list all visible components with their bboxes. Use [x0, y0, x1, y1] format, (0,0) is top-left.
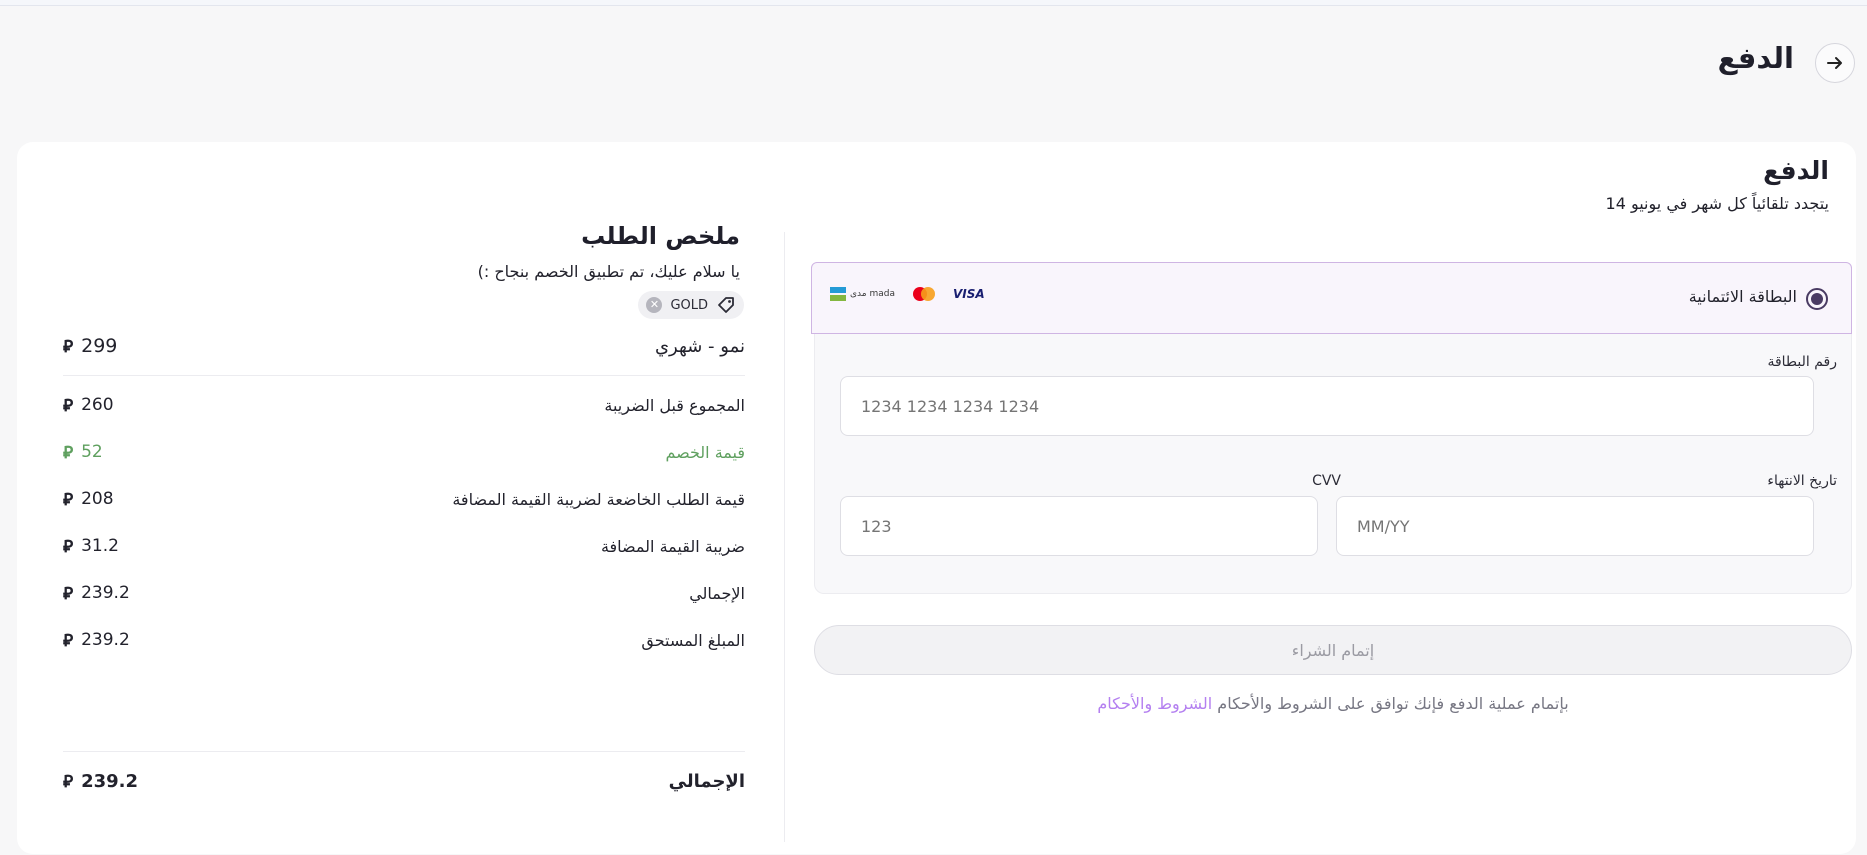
summary-row: ⃁ 208 قيمة الطلب الخاضعة لضريبة القيمة ال… [63, 484, 745, 514]
summary-row: ⃁ 31.2 ضريبة القيمة المضافة [63, 531, 745, 561]
tag-icon [718, 297, 734, 313]
card-number-input[interactable] [840, 376, 1814, 436]
row-label: قيمة الطلب الخاضعة لضريبة القيمة المضافة [452, 489, 745, 509]
plan-label: نمو - شهري [654, 335, 745, 357]
summary-divider [63, 751, 745, 752]
card-details-form: رقم البطاقة تاريخ الانتهاء CVV [814, 334, 1852, 594]
terms-notice: بإتمام عملية الدفع فإنك توافق على الشروط… [814, 694, 1852, 713]
total-value: 239.2 [81, 770, 139, 792]
payment-method-credit-card[interactable]: البطاقة الائتمانية مدى mada VISA [811, 262, 1852, 334]
expiry-label: تاريخ الانتهاء [1767, 473, 1837, 489]
plan-row: ⃁ 299 نمو - شهري [63, 331, 745, 361]
order-summary-title: ملخص الطلب [581, 222, 740, 250]
remove-coupon-icon[interactable]: ✕ [646, 297, 663, 313]
row-label: ضريبة القيمة المضافة [600, 536, 745, 556]
row-label: المجموع قبل الضريبة [604, 395, 745, 415]
summary-row: ⃁ 260 المجموع قبل الضريبة [63, 390, 745, 420]
summary-row-discount: ⃁ 52 قيمة الخصم [63, 437, 745, 467]
currency-icon: ⃁ [63, 537, 74, 557]
column-divider [784, 232, 785, 842]
mada-logo-icon: مدى mada [830, 287, 895, 301]
terms-text: بإتمام عملية الدفع فإنك توافق على الشروط… [1217, 694, 1569, 713]
currency-icon: ⃁ [63, 337, 74, 357]
row-value: 52 [81, 442, 103, 462]
summary-row: ⃁ 239.2 المبلغ المستحق [63, 625, 745, 655]
currency-icon: ⃁ [63, 772, 74, 792]
currency-icon: ⃁ [63, 584, 74, 604]
credit-card-label: البطاقة الائتمانية [1688, 287, 1797, 306]
row-value: 239.2 [81, 583, 130, 603]
summary-total-row: ⃁ 239.2 الإجمالي [63, 766, 745, 796]
coupon-chip: GOLD ✕ [638, 291, 744, 319]
page-title: الدفع [1717, 41, 1794, 75]
row-value: 239.2 [81, 630, 130, 650]
plan-price: 299 [81, 335, 118, 357]
expiry-input[interactable] [1336, 496, 1814, 556]
coupon-code: GOLD [670, 297, 708, 313]
back-button[interactable] [1815, 43, 1855, 83]
row-value: 260 [81, 395, 114, 415]
row-label: الإجمالي [689, 583, 745, 603]
currency-icon: ⃁ [63, 443, 74, 463]
credit-card-radio[interactable] [1806, 288, 1828, 310]
card-logos: مدى mada VISA [830, 287, 985, 301]
cvv-input[interactable] [840, 496, 1318, 556]
terms-link[interactable]: الشروط والأحكام [1097, 694, 1212, 713]
mada-logo-text: مدى mada [850, 288, 895, 299]
total-label: الإجمالي [668, 770, 745, 792]
cvv-label: CVV [1312, 473, 1341, 489]
top-bar [0, 0, 1867, 6]
arrow-right-icon [1827, 57, 1842, 69]
renewal-text: يتجدد تلقائياً كل شهر في يونيو 14 [1605, 194, 1829, 213]
currency-icon: ⃁ [63, 490, 74, 510]
row-value: 31.2 [81, 536, 119, 556]
visa-logo-icon: VISA [952, 287, 985, 301]
currency-icon: ⃁ [63, 631, 74, 651]
card-number-label: رقم البطاقة [1767, 354, 1837, 370]
complete-purchase-button[interactable]: إتمام الشراء [814, 625, 1852, 675]
summary-row: ⃁ 239.2 الإجمالي [63, 578, 745, 608]
row-value: 208 [81, 489, 114, 509]
row-label: المبلغ المستحق [641, 630, 745, 650]
row-label: قيمة الخصم [665, 442, 745, 462]
summary-divider [63, 375, 745, 376]
payment-title: الدفع [1763, 156, 1829, 185]
discount-success-message: يا سلام عليك، تم تطبيق الخصم بنجاح :) [477, 262, 740, 281]
mastercard-logo-icon [912, 287, 935, 301]
checkout-card: الدفع يتجدد تلقائياً كل شهر في يونيو 14 … [17, 142, 1856, 854]
radio-selected-dot [1811, 293, 1823, 305]
currency-icon: ⃁ [63, 396, 74, 416]
